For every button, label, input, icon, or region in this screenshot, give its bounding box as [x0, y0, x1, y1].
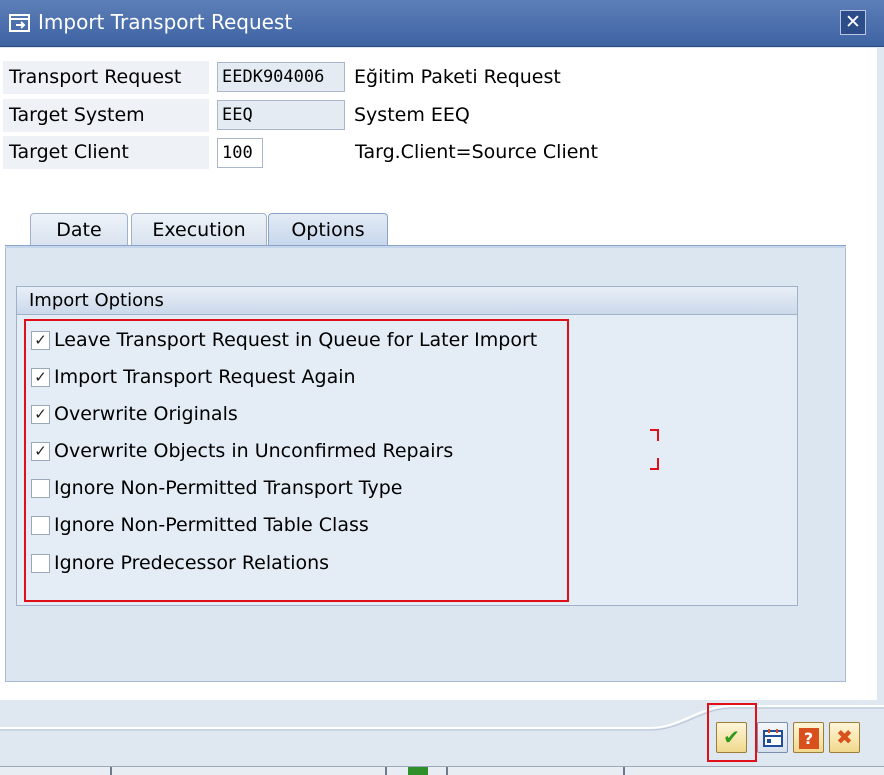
- import-options-title: Import Options: [17, 287, 797, 315]
- transport-request-field[interactable]: EEDK904006: [217, 62, 345, 92]
- title-bar: Import Transport Request ✕: [0, 0, 884, 47]
- highlight-bracket-bottom: [650, 458, 659, 470]
- status-separator: [623, 767, 625, 775]
- close-window-button[interactable]: ✕: [840, 10, 866, 35]
- target-client-label: Target Client: [3, 136, 209, 170]
- transport-request-label: Transport Request: [3, 61, 209, 95]
- status-separator: [446, 767, 448, 775]
- tab-date[interactable]: Date: [30, 213, 128, 247]
- tab-options[interactable]: Options: [268, 213, 388, 247]
- help-icon: ?: [798, 728, 819, 749]
- confirm-highlight-frame: [707, 703, 757, 762]
- tab-date-label: Date: [56, 219, 102, 241]
- tab-execution[interactable]: Execution: [131, 213, 267, 247]
- schedule-button[interactable]: [757, 722, 788, 753]
- options-highlight-frame: [24, 319, 569, 602]
- tab-execution-label: Execution: [152, 219, 246, 241]
- target-client-description: Targ.Client=Source Client: [355, 141, 598, 163]
- tab-options-label: Options: [291, 219, 365, 241]
- close-icon: ✕: [845, 11, 861, 33]
- import-window-icon: [9, 14, 30, 32]
- target-system-field[interactable]: EEQ: [217, 100, 345, 130]
- window-title: Import Transport Request: [38, 10, 293, 34]
- highlight-bracket-top: [650, 429, 659, 441]
- target-client-input[interactable]: 100: [217, 138, 263, 168]
- status-separator: [110, 767, 112, 775]
- target-system-label: Target System: [3, 99, 209, 133]
- transport-request-description: Eğitim Paketi Request: [354, 66, 561, 88]
- cancel-button[interactable]: ✖: [829, 722, 860, 753]
- status-separator: [385, 767, 387, 775]
- cancel-icon: ✖: [836, 725, 853, 749]
- status-bar: [0, 766, 884, 775]
- status-indicator: [408, 767, 428, 775]
- target-system-description: System EEQ: [354, 104, 470, 126]
- calendar-icon: [762, 729, 783, 747]
- help-button[interactable]: ?: [793, 722, 824, 753]
